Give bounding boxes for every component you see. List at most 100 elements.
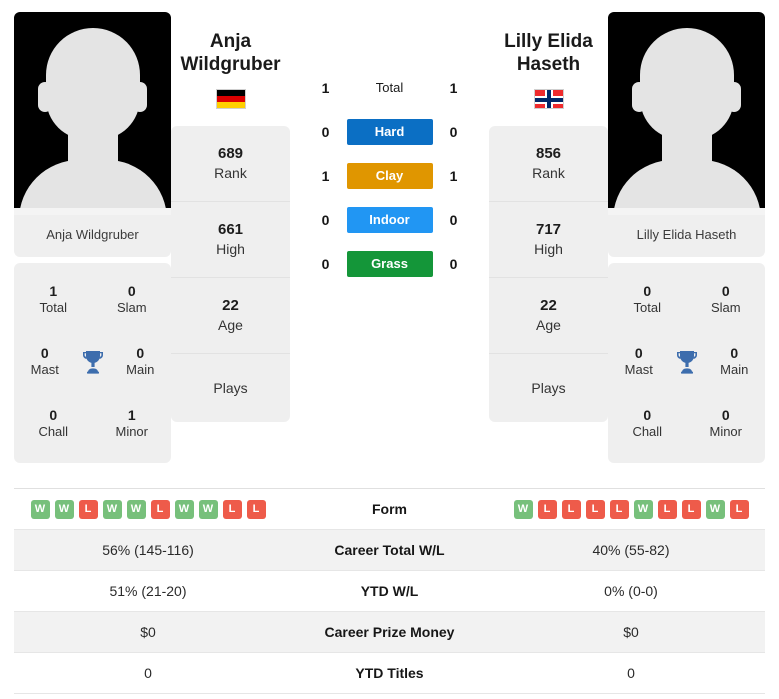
table-row: 56% (145-116) Career Total W/L 40% (55-8… [14,530,765,571]
player-avatar-placeholder-icon [608,12,765,215]
surface-row-grass: 0 Grass 0 [290,250,489,278]
player-left-awards-card: 1 Total 0 Slam 0 Mast 0 Main 0 Chall 1 M… [14,262,171,463]
form-badge-win: W [126,499,146,519]
surface-total-right-score: 1 [449,80,458,96]
form-badge-loss: L [657,499,677,519]
award-value: 1 [49,282,58,299]
stat-value: 22 [222,297,239,315]
form-badge-win: W [174,499,194,519]
award-value: 0 [643,406,652,423]
player-left-avatar-card[interactable]: Anja Wildgruber [14,12,171,257]
award-value: 0 [136,344,145,361]
player-right-name-line2: Haseth [516,54,581,76]
surface-grass-left-score: 0 [321,256,330,272]
form-badge-loss: L [729,499,749,519]
stat-age: 22 Age [489,278,608,354]
award-label: Chall [632,424,663,440]
surface-breakdown-column: 1 Total 1 0 Hard 0 1 Clay 1 0 Indoor 0 0… [290,12,489,278]
surface-indoor-left-score: 0 [321,212,330,228]
award-label: Main [720,362,749,378]
career-prize-money-right: $0 [623,624,639,640]
form-badge-loss: L [561,499,581,519]
form-badge-win: W [30,499,50,519]
ytd-wl-label: YTD W/L [360,583,419,599]
award-label: Slam [116,300,147,316]
ytd-titles-left: 0 [144,665,152,681]
form-right-cell: WLLLLWLLWL [497,499,765,519]
award-chall: 0 Chall [608,407,687,441]
award-label: Main [126,362,155,378]
career-total-wl-right: 40% (55-82) [592,542,670,558]
surface-clay-right-score: 1 [449,168,458,184]
ytd-titles-right: 0 [627,665,635,681]
player-left-avatar-name: Anja Wildgruber [46,227,139,242]
player-right-stat-column: Lilly Elida Haseth 856 Rank 717 High 22 … [489,12,608,422]
form-badge-win: W [513,499,533,519]
stat-label: High [534,240,563,257]
award-label: Mast [30,362,59,378]
player-left-stats-card: 689 Rank 661 High 22 Age Plays [171,125,290,422]
surface-indoor-badge[interactable]: Indoor [346,207,433,233]
award-label: Mast [624,362,653,378]
player-right-avatar-name: Lilly Elida Haseth [636,227,737,242]
trophy-icon [76,350,110,374]
trophy-icon [670,350,704,374]
award-mast: 0 Mast [14,345,76,379]
award-label: Slam [710,300,741,316]
player-left-name-line1: Anja [209,31,252,52]
player-avatar-placeholder-icon [14,12,171,215]
stat-label: Rank [214,164,247,181]
flag-germany-icon [215,88,246,109]
stat-age: 22 Age [171,278,290,354]
stat-label: Age [218,316,243,333]
form-badge-loss: L [78,499,98,519]
form-badge-loss: L [537,499,557,519]
surface-grass-badge[interactable]: Grass [346,251,433,277]
player-right-stats-card: 856 Rank 717 High 22 Age Plays [489,125,608,422]
ytd-titles-label: YTD Titles [355,665,424,681]
award-row: 0 Chall 1 Minor [14,393,171,455]
form-badge-loss: L [585,499,605,519]
player-right-column: Lilly Elida Haseth 0 Total 0 Slam 0 Mast [608,12,765,463]
player-right-avatar-card[interactable]: Lilly Elida Haseth [608,12,765,257]
stat-label: Plays [213,379,248,396]
stat-rank: 689 Rank [171,126,290,202]
form-badge-loss: L [246,499,266,519]
form-badge-loss: L [609,499,629,519]
career-prize-money-label: Career Prize Money [324,624,455,640]
comparison-stats-table: WWLWWLWWLL Form WLLLLWLLWL 56% (145-116)… [14,488,765,694]
stat-value: 717 [535,221,562,239]
stat-label: High [216,240,245,257]
table-row-form: WWLWWLWWLL Form WLLLLWLLWL [14,489,765,530]
award-minor: 0 Minor [687,407,766,441]
stat-label: Age [536,316,561,333]
surface-total-left-score: 1 [321,80,330,96]
stat-high: 661 High [171,202,290,278]
surface-grass-right-score: 0 [449,256,458,272]
ytd-wl-left: 51% (21-20) [109,583,187,599]
award-row: 0 Mast 0 Main [608,331,765,393]
form-badge-loss: L [222,499,242,519]
player-left-column: Anja Wildgruber 1 Total 0 Slam 0 Mast 0 … [14,12,171,463]
award-value: 0 [721,282,730,299]
stat-value: 661 [217,221,244,239]
award-value: 0 [730,344,739,361]
award-label: Minor [709,424,742,440]
award-mast: 0 Mast [608,345,670,379]
award-row: 1 Total 0 Slam [14,269,171,331]
stat-value: 22 [540,297,557,315]
form-badge-win: W [102,499,122,519]
award-slam: 0 Slam [687,283,766,317]
award-row: 0 Total 0 Slam [608,269,765,331]
stat-plays: Plays [489,354,608,422]
table-row: 0 YTD Titles 0 [14,653,765,694]
award-label: Total [39,300,67,316]
form-badge-win: W [54,499,74,519]
surface-clay-badge[interactable]: Clay [346,163,433,189]
surface-row-hard: 0 Hard 0 [290,118,489,146]
award-value: 0 [721,406,730,423]
surface-hard-badge[interactable]: Hard [346,119,433,145]
award-label: Chall [38,424,69,440]
form-badge-win: W [633,499,653,519]
form-left-cell: WWLWWLWWLL [14,499,282,519]
